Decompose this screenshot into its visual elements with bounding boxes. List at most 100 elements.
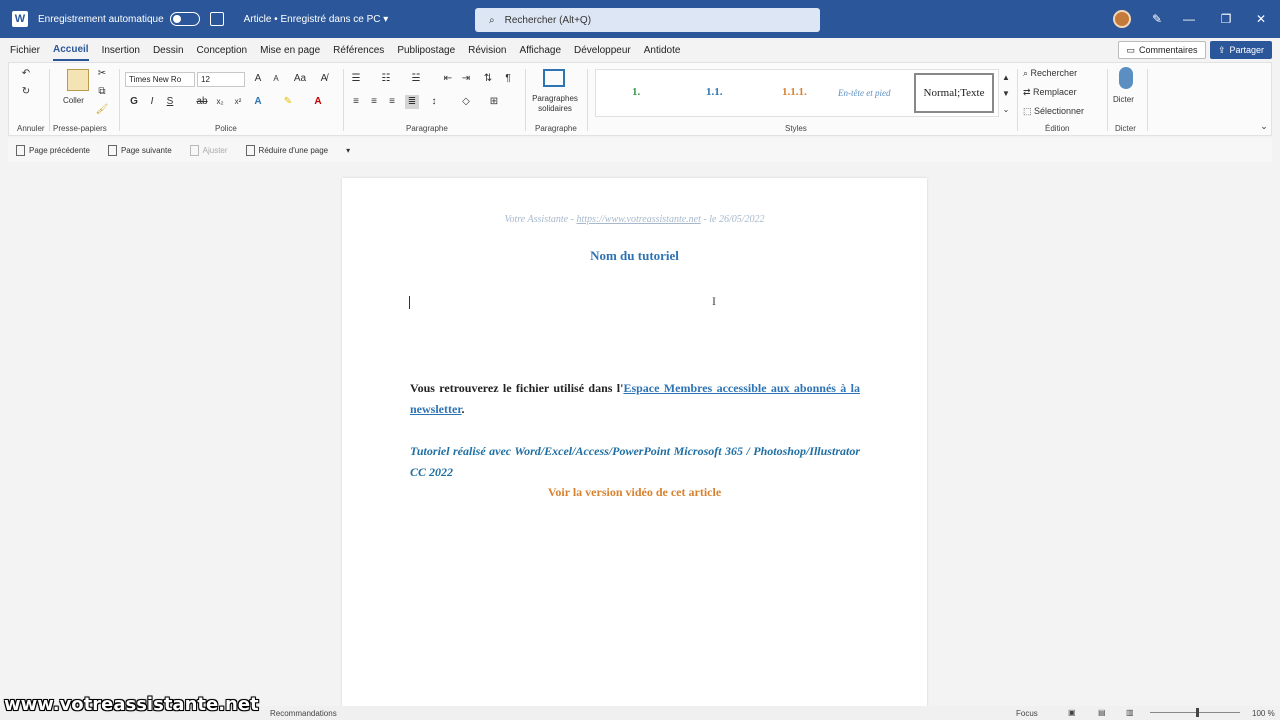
decrease-indent-icon[interactable]: ⇤ [441,72,455,86]
next-page-button[interactable]: Page suivante [107,144,172,156]
pilcrow-icon[interactable]: ¶ [501,72,515,86]
comments-button[interactable]: ▭ Commentaires [1118,41,1206,59]
line-spacing-icon[interactable]: ↕ [427,95,441,109]
italic-icon[interactable]: I [145,95,159,109]
style-heading-2[interactable]: 1.1. [706,86,723,98]
select-button[interactable]: ⬚ Sélectionner [1023,106,1084,117]
tab-conception[interactable]: Conception [197,41,248,60]
account-avatar[interactable] [1113,10,1131,28]
styles-scroll-down-icon[interactable]: ▼ [999,87,1013,101]
print-layout-icon[interactable]: ▤ [1098,708,1106,717]
read-mode-icon[interactable]: ▣ [1068,708,1076,717]
align-left-icon[interactable]: ≡ [349,95,363,109]
save-icon[interactable] [209,12,224,26]
shrink-one-page-button[interactable]: Réduire d'une page [245,144,328,156]
search-placeholder: Rechercher (Alt+Q) [504,14,592,26]
styles-group-label: Styles [785,124,807,133]
style-normal[interactable]: Normal;Texte [914,73,994,113]
shading-icon[interactable]: ◇ [459,95,473,109]
increase-indent-icon[interactable]: ⇥ [459,72,473,86]
clear-format-icon[interactable]: A̸ [317,72,331,86]
style-heading-1[interactable]: 1. [632,86,640,98]
web-layout-icon[interactable]: ▥ [1126,708,1134,717]
bullets-icon[interactable]: ☰ [349,72,363,86]
tab-affichage[interactable]: Affichage [520,41,562,60]
format-painter-icon[interactable]: 🖌 [95,103,109,117]
tab-dessin[interactable]: Dessin [153,41,184,60]
zoom-slider[interactable] [1150,712,1240,713]
numbering-icon[interactable]: ☷ [379,72,393,86]
header-text: Votre Assistante - [504,214,577,225]
style-heading-3[interactable]: 1.1.1. [782,86,807,98]
borders-icon[interactable]: ⊞ [487,95,501,109]
sort-icon[interactable]: ⇅ [481,72,495,86]
previous-page-button[interactable]: Page précédente [16,144,90,156]
search-box[interactable]: ⌕ Rechercher (Alt+Q) [475,8,820,32]
tab-insertion[interactable]: Insertion [102,41,140,60]
collapse-ribbon-icon[interactable]: ⌄ [1257,119,1271,133]
tab-developpeur[interactable]: Développeur [574,41,631,60]
tab-references[interactable]: Références [333,41,384,60]
align-center-icon[interactable]: ≡ [367,95,381,109]
search-icon: ⌕ [489,14,495,26]
styles-expand-icon[interactable]: ⌄ [999,103,1013,117]
customize-toolbar-icon[interactable]: ▾ [346,146,350,155]
status-recommendations[interactable]: Recommandations [270,709,337,718]
clipboard-group-label: Presse-papiers [53,124,107,133]
zoom-level[interactable]: 100 % [1252,709,1275,718]
solidary-paragraphs-icon[interactable] [543,69,565,87]
microphone-icon[interactable] [1119,67,1133,89]
tab-accueil[interactable]: Accueil [53,40,89,61]
font-color-icon[interactable]: A [311,95,325,109]
tab-antidote[interactable]: Antidote [644,41,681,60]
align-right-icon[interactable]: ≡ [385,95,399,109]
styles-scroll-up-icon[interactable]: ▲ [999,71,1013,85]
dictate-label[interactable]: Dicter [1113,95,1134,104]
multilevel-list-icon[interactable]: ☱ [409,72,423,86]
zoom-slider-thumb[interactable] [1196,708,1199,717]
tab-fichier[interactable]: Fichier [10,41,40,60]
copy-icon[interactable]: ⧉ [95,85,109,99]
tab-revision[interactable]: Révision [468,41,506,60]
video-version-link[interactable]: Voir la version vidéo de cet article [342,485,927,500]
tab-mise-en-page[interactable]: Mise en page [260,41,320,60]
focus-button[interactable]: Focus [1016,709,1038,718]
adjust-button[interactable]: Ajuster [189,144,228,156]
highlight-icon[interactable]: ✎ [281,95,295,109]
close-button[interactable]: ✕ [1252,10,1270,28]
font-size-select[interactable]: 12 [197,72,245,87]
solidary-paragraphs-label[interactable]: Paragraphes solidaires [529,94,581,114]
minimize-button[interactable]: — [1180,10,1198,28]
paste-label[interactable]: Coller [63,96,84,105]
subscript-icon[interactable]: x₂ [213,95,227,109]
autosave-toggle[interactable] [169,12,200,26]
replace-icon: ⇄ [1023,87,1034,97]
superscript-icon[interactable]: x² [231,95,245,109]
underline-icon[interactable]: S [163,95,177,109]
tab-publipostage[interactable]: Publipostage [397,41,455,60]
cut-icon[interactable]: ✂ [95,67,109,81]
change-case-icon[interactable]: Aa [289,72,311,86]
solidary-group-label: Paragraphe [535,124,577,133]
strikethrough-icon[interactable]: ab [195,95,209,109]
text-effects-icon[interactable]: A [251,95,265,109]
find-button[interactable]: ⌕ Rechercher [1023,68,1077,79]
share-button[interactable]: ⇪ Partager [1210,41,1272,59]
redo-icon[interactable]: ↻ [19,85,33,99]
paragraph-group-label: Paragraphe [406,124,448,133]
font-name-select[interactable]: Times New Ro [125,72,195,87]
paste-icon[interactable] [67,69,89,91]
justify-icon[interactable]: ≣ [405,95,419,109]
restore-button[interactable]: ❐ [1217,10,1235,28]
header-link[interactable]: https://www.votreassistante.net [576,214,700,225]
undo-icon[interactable]: ↶ [19,67,33,81]
shrink-font-icon[interactable]: A [269,72,283,86]
bold-icon[interactable]: G [127,95,141,109]
replace-button[interactable]: ⇄ Remplacer [1023,87,1077,98]
style-header-footer[interactable]: En-tête et pied [838,88,890,98]
pen-icon[interactable]: ✎ [1148,10,1166,28]
grow-font-icon[interactable]: A [251,72,265,86]
header-date: - le 26/05/2022 [700,214,765,225]
document-name-menu[interactable]: Article • Enregistré dans ce PC ▾ [244,14,389,25]
document-page[interactable]: Votre Assistante - https://www.votreassi… [342,178,927,708]
